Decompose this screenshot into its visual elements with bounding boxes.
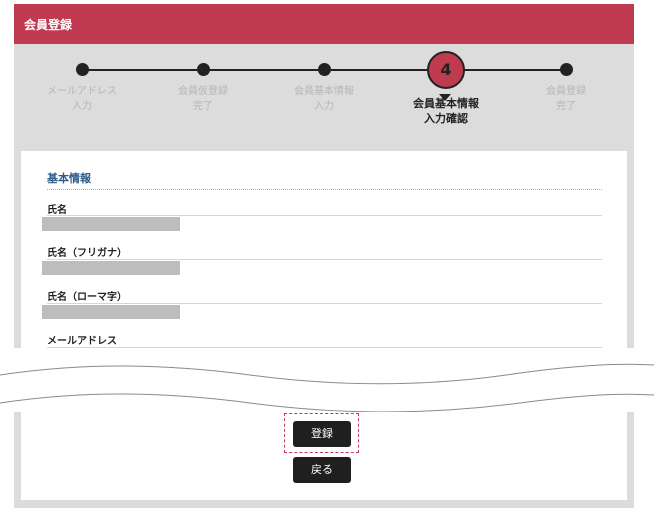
- register-button[interactable]: 登録: [293, 421, 351, 447]
- field-value-name-romaji: [42, 305, 180, 319]
- step-1-label: メールアドレス 入力: [47, 86, 117, 112]
- basic-info-panel: 基本情報 氏名 氏名（フリガナ） 氏名（ローマ字） メールアドレス: [21, 151, 627, 348]
- page-title: 会員登録: [24, 18, 73, 32]
- section-divider: [47, 189, 602, 190]
- step-1-dot: [76, 63, 89, 76]
- step-3-label: 会員基本情報 入力: [294, 86, 354, 112]
- step-5-dot: [560, 63, 573, 76]
- field-label-name: 氏名: [47, 205, 67, 216]
- field-divider: [47, 215, 602, 216]
- field-divider: [47, 259, 602, 260]
- step-5-label: 会員登録 完了: [546, 86, 586, 112]
- step-4-current-marker: 4: [427, 51, 465, 89]
- form-frame: メールアドレス 入力 会員仮登録 完了 会員基本情報 入力 4 会員基本情報 入…: [14, 44, 634, 348]
- progress-steps: メールアドレス 入力 会員仮登録 完了 会員基本情報 入力 4 会員基本情報 入…: [14, 44, 634, 154]
- field-value-name: [42, 217, 180, 231]
- field-label-name-romaji: 氏名（ローマ字）: [47, 292, 127, 303]
- step-2-label: 会員仮登録 完了: [178, 86, 228, 112]
- field-value-name-kana: [42, 261, 180, 275]
- step-3-dot: [318, 63, 331, 76]
- page-header: 会員登録: [14, 4, 634, 44]
- page-break-tear: [0, 363, 654, 413]
- field-divider: [47, 303, 602, 304]
- field-label-name-kana: 氏名（フリガナ）: [47, 248, 127, 259]
- section-title: 基本情報: [47, 172, 91, 185]
- back-button[interactable]: 戻る: [293, 457, 351, 483]
- step-4-label: 会員基本情報 入力確認: [413, 97, 479, 125]
- step-2-dot: [197, 63, 210, 76]
